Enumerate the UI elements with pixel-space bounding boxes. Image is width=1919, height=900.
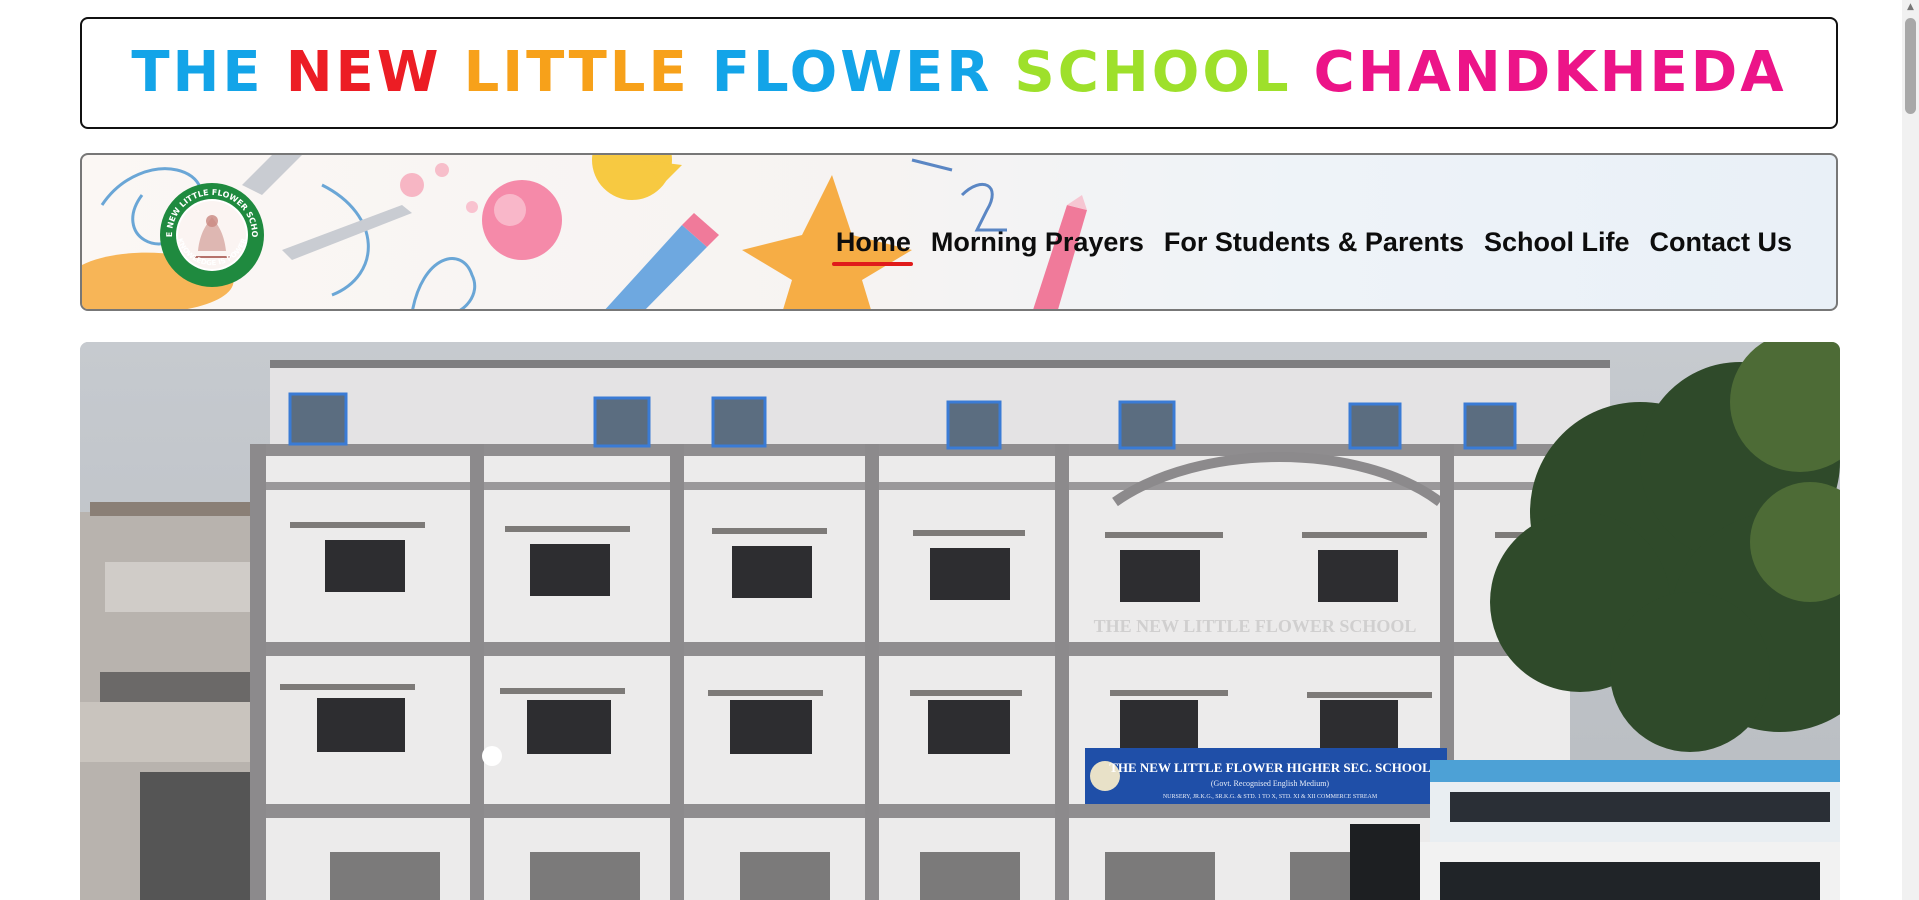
building-illustration: THE NEW LITTLE FLOWER SCHOOL THE NEW LIT… [80, 342, 1840, 900]
school-title: THE NEW LITTLE FLOWER SCHOOL CHANDKHEDA [131, 45, 1786, 101]
title-word-flower: FLOWER [711, 40, 993, 105]
navigation-bar: THE NEW LITTLE FLOWER SCHOOL KNOWLEDGE I… [80, 153, 1838, 311]
board-subtitle: (Govt. Recognised English Medium) [1211, 779, 1330, 788]
nav-school-life[interactable]: School Life [1484, 227, 1630, 258]
title-word-school: SCHOOL [1014, 40, 1292, 105]
nav-students-parents[interactable]: For Students & Parents [1164, 227, 1464, 258]
main-menu: Home Morning Prayers For Students & Pare… [831, 227, 1792, 266]
scroll-up-arrow-icon[interactable]: ▲ [1905, 2, 1916, 12]
building-sign-text: THE NEW LITTLE FLOWER SCHOOL [1094, 616, 1417, 636]
title-banner: THE NEW LITTLE FLOWER SCHOOL CHANDKHEDA [80, 17, 1838, 129]
scrollbar-thumb[interactable] [1905, 18, 1916, 114]
page-scrollbar[interactable]: ▲ [1902, 0, 1919, 900]
nav-contact-us[interactable]: Contact Us [1649, 227, 1792, 258]
board-line: NURSERY, JR.K.G., SR.K.G. & STD. 1 TO X,… [1163, 794, 1378, 800]
title-word-little: LITTLE [463, 40, 690, 105]
school-logo[interactable]: THE NEW LITTLE FLOWER SCHOOL KNOWLEDGE I… [158, 181, 266, 289]
title-word-chandkheda: CHANDKHEDA [1313, 40, 1787, 105]
nav-morning-prayers[interactable]: Morning Prayers [931, 227, 1144, 258]
nav-home[interactable]: Home [831, 227, 913, 266]
board-title: THE NEW LITTLE FLOWER HIGHER SEC. SCHOOL [1109, 760, 1431, 775]
school-building-photo: THE NEW LITTLE FLOWER SCHOOL THE NEW LIT… [80, 342, 1840, 900]
title-word-new: NEW [285, 40, 442, 105]
title-word-the: THE [131, 40, 264, 105]
